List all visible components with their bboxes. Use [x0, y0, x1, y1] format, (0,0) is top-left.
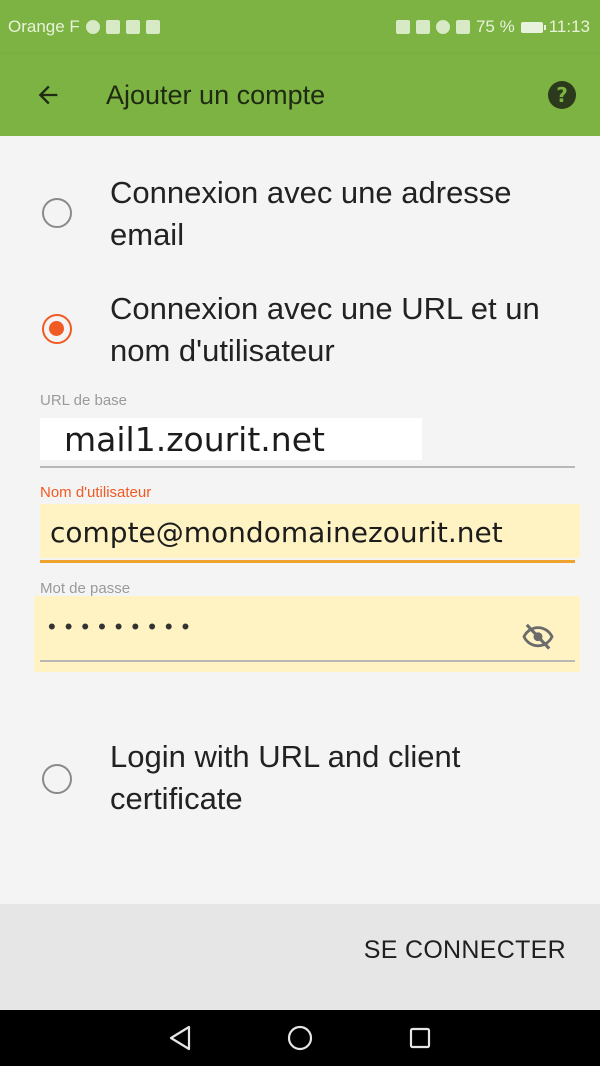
system-home-button[interactable] [276, 1014, 324, 1062]
connect-button[interactable]: SE CONNECTER [364, 936, 566, 965]
signal-icon [455, 20, 470, 34]
page-title: Ajouter un compte [106, 79, 326, 110]
battery-percent: 75 % [475, 17, 515, 36]
option-label-client-certificate[interactable]: Login with URL and client certificate [110, 736, 590, 820]
notification-icon [85, 20, 100, 34]
option-label-email[interactable]: Connexion avec une adresse email [110, 172, 590, 256]
status-bar: Orange F 75 % 11:13 [0, 0, 600, 54]
play-notification-icon [145, 20, 160, 34]
nav-back-icon [169, 1025, 191, 1051]
arrow-back-icon [38, 85, 58, 105]
base-url-underline [40, 466, 575, 468]
vibrate-icon [415, 20, 430, 34]
clock: 11:13 [548, 17, 590, 36]
nav-home-icon [287, 1025, 313, 1051]
system-recents-button[interactable] [396, 1014, 444, 1062]
base-url-input[interactable]: mail1.zourit.net [64, 420, 325, 459]
back-button[interactable] [20, 67, 76, 123]
status-right: 75 % 11:13 [395, 17, 590, 37]
account-form: Connexion avec une adresse email Connexi… [0, 136, 600, 904]
radio-url-username-login[interactable] [42, 314, 72, 344]
username-underline [40, 560, 575, 563]
password-input[interactable]: ••••••••• [48, 614, 198, 640]
radio-client-certificate-login[interactable] [42, 764, 72, 794]
radio-email-login[interactable] [42, 198, 72, 228]
username-input[interactable]: compte@mondomainezourit.net [50, 516, 503, 549]
eye-off-icon [522, 623, 554, 650]
password-label: Mot de passe [40, 580, 131, 597]
battery-icon [520, 21, 546, 33]
username-label: Nom d'utilisateur [40, 484, 152, 501]
help-icon: ? [548, 81, 576, 109]
option-label-url-username[interactable]: Connexion avec une URL et un nom d'utili… [110, 288, 590, 372]
carrier-name: Orange F [8, 17, 80, 36]
app-bar: Ajouter un compte ? [0, 54, 600, 136]
status-left: Orange F [8, 17, 160, 37]
nav-recents-icon [409, 1027, 431, 1049]
system-navigation-bar [0, 1010, 600, 1066]
alarm-icon [435, 20, 450, 34]
system-back-button[interactable] [156, 1014, 204, 1062]
gallery-notification-icon [105, 20, 120, 34]
mail-notification-icon [125, 20, 140, 34]
password-underline [40, 660, 575, 662]
bottom-action-bar: SE CONNECTER [0, 904, 600, 1010]
help-button[interactable]: ? [542, 75, 582, 115]
password-visibility-toggle[interactable] [518, 616, 558, 656]
base-url-label: URL de base [40, 392, 127, 409]
nfc-icon [395, 20, 410, 34]
